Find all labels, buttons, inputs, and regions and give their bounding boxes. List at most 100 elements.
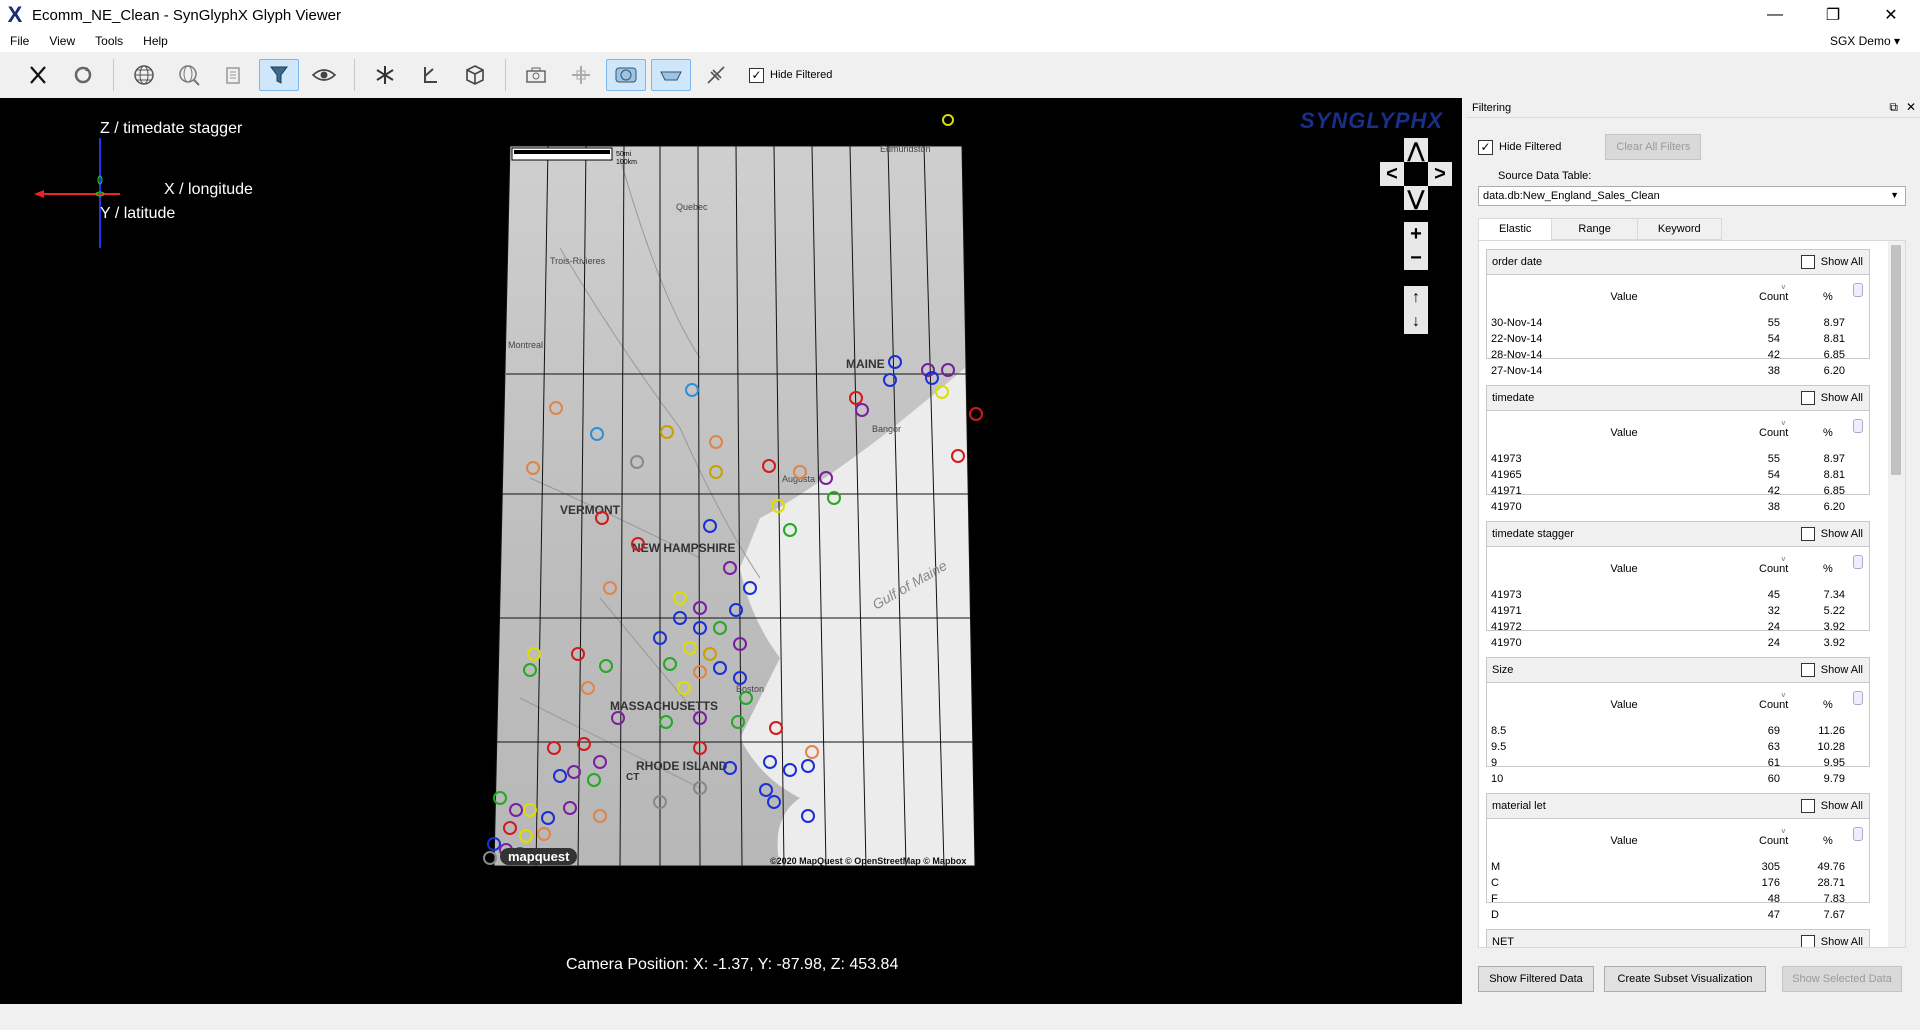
panel-close-icon[interactable]: ✕ xyxy=(1906,100,1916,115)
tab-keyword[interactable]: Keyword xyxy=(1636,218,1722,240)
panel-hide-filtered-checkbox[interactable]: ✓ xyxy=(1478,139,1493,155)
column-header-percent[interactable]: % xyxy=(1823,563,1833,575)
filter-row[interactable]: 22-Nov-14 54 8.81 xyxy=(1491,333,1865,349)
camera-button[interactable] xyxy=(516,59,556,91)
disconnect-button[interactable] xyxy=(696,59,736,91)
surface-view-button[interactable] xyxy=(651,59,691,91)
show-all-checkbox[interactable] xyxy=(1800,391,1815,405)
filter-row[interactable]: 41965 54 8.81 xyxy=(1491,469,1865,485)
show-all-checkbox[interactable] xyxy=(1800,663,1815,677)
column-header-count[interactable]: Count xyxy=(1759,835,1788,847)
visibility-button[interactable] xyxy=(304,59,344,91)
menu-tools[interactable]: Tools xyxy=(85,34,133,48)
zoom-out-button[interactable]: − xyxy=(1404,246,1428,270)
hide-filtered-toggle[interactable]: ✓ Hide Filtered xyxy=(749,67,832,83)
column-header-value[interactable]: Value xyxy=(1487,291,1761,303)
column-header-value[interactable]: Value xyxy=(1487,427,1761,439)
filter-row[interactable]: 41971 42 6.85 xyxy=(1491,485,1865,501)
document-button[interactable] xyxy=(214,59,254,91)
show-all-checkbox[interactable] xyxy=(1800,255,1815,269)
filter-row[interactable]: 27-Nov-14 38 6.20 xyxy=(1491,365,1865,381)
pan-right-button[interactable]: > xyxy=(1428,162,1452,186)
filter-list-scrollbar[interactable] xyxy=(1888,241,1905,947)
clear-all-filters-button[interactable]: Clear All Filters xyxy=(1605,134,1702,160)
show-all-toggle[interactable]: Show All xyxy=(1800,391,1863,405)
table-scrollbar[interactable] xyxy=(1853,691,1863,705)
filter-row[interactable]: 41972 24 3.92 xyxy=(1491,621,1865,637)
glyph-viewport[interactable]: Z / timedate stagger X / longitude Y / l… xyxy=(0,98,1462,1004)
show-all-checkbox[interactable] xyxy=(1800,799,1815,813)
asterisk-button[interactable] xyxy=(365,59,405,91)
hide-filtered-checkbox[interactable]: ✓ xyxy=(749,67,764,83)
column-header-count[interactable]: Count xyxy=(1759,427,1788,439)
filter-row[interactable]: 30-Nov-14 55 8.97 xyxy=(1491,317,1865,333)
move-down-button[interactable]: ↓ xyxy=(1404,310,1428,334)
show-all-toggle[interactable]: Show All xyxy=(1800,527,1863,541)
table-scrollbar[interactable] xyxy=(1853,283,1863,297)
filter-row[interactable]: 41973 55 8.97 xyxy=(1491,453,1865,469)
column-header-percent[interactable]: % xyxy=(1823,699,1833,711)
show-all-toggle[interactable]: Show All xyxy=(1800,255,1863,269)
column-header-count[interactable]: Count xyxy=(1759,563,1788,575)
menu-help[interactable]: Help xyxy=(133,34,178,48)
filter-row[interactable]: 41970 24 3.92 xyxy=(1491,637,1865,653)
pan-left-button[interactable]: < xyxy=(1380,162,1404,186)
tab-elastic[interactable]: Elastic xyxy=(1478,218,1553,240)
globe-view-button[interactable] xyxy=(124,59,164,91)
filter-row[interactable]: M 305 49.76 xyxy=(1491,861,1865,877)
table-scrollbar[interactable] xyxy=(1853,827,1863,841)
table-scrollbar[interactable] xyxy=(1853,419,1863,433)
filter-row[interactable]: 41970 38 6.20 xyxy=(1491,501,1865,517)
table-scrollbar[interactable] xyxy=(1853,555,1863,569)
close-button[interactable]: ✕ xyxy=(1862,0,1920,30)
create-subset-visualization-button[interactable]: Create Subset Visualization xyxy=(1604,966,1766,992)
show-filtered-data-button[interactable]: Show Filtered Data xyxy=(1478,966,1594,992)
filter-row[interactable]: C 176 28.71 xyxy=(1491,877,1865,893)
filter-row[interactable]: 41971 32 5.22 xyxy=(1491,605,1865,621)
cube-button[interactable] xyxy=(455,59,495,91)
move-button[interactable] xyxy=(561,59,601,91)
filter-row[interactable]: F 48 7.83 xyxy=(1491,893,1865,909)
filter-row[interactable]: 9.5 63 10.28 xyxy=(1491,741,1865,757)
show-all-toggle[interactable]: Show All xyxy=(1800,799,1863,813)
column-header-value[interactable]: Value xyxy=(1487,835,1761,847)
column-header-count[interactable]: Count xyxy=(1759,291,1788,303)
close-visualization-button[interactable] xyxy=(18,59,58,91)
filter-row[interactable]: D 47 7.67 xyxy=(1491,909,1865,925)
pan-down-button[interactable]: ⋁ xyxy=(1404,186,1428,210)
globe-search-button[interactable] xyxy=(169,59,209,91)
panel-hide-filtered-label: Hide Filtered xyxy=(1499,141,1562,153)
show-selected-data-button[interactable]: Show Selected Data xyxy=(1782,966,1902,992)
user-menu[interactable]: SGX Demo ▾ xyxy=(1830,34,1900,48)
show-all-toggle[interactable]: Show All xyxy=(1800,935,1863,947)
filter-row[interactable]: 10 60 9.79 xyxy=(1491,773,1865,789)
undock-icon[interactable]: ⧉ xyxy=(1889,100,1898,115)
filter-row[interactable]: 8.5 69 11.26 xyxy=(1491,725,1865,741)
show-all-checkbox[interactable] xyxy=(1800,935,1815,947)
branch-button[interactable] xyxy=(410,59,450,91)
restore-button[interactable]: ❐ xyxy=(1804,0,1862,30)
column-header-value[interactable]: Value xyxy=(1487,699,1761,711)
scrollbar-thumb[interactable] xyxy=(1891,245,1901,475)
move-up-button[interactable]: ↑ xyxy=(1404,286,1428,310)
column-header-percent[interactable]: % xyxy=(1823,291,1833,303)
map-view-button[interactable] xyxy=(606,59,646,91)
column-header-percent[interactable]: % xyxy=(1823,427,1833,439)
zoom-in-button[interactable]: + xyxy=(1404,222,1428,246)
column-header-percent[interactable]: % xyxy=(1823,835,1833,847)
refresh-button[interactable] xyxy=(63,59,103,91)
filter-row[interactable]: 41973 45 7.34 xyxy=(1491,589,1865,605)
menu-file[interactable]: File xyxy=(0,34,39,48)
filter-row[interactable]: 28-Nov-14 42 6.85 xyxy=(1491,349,1865,365)
menu-view[interactable]: View xyxy=(39,34,85,48)
filter-button[interactable] xyxy=(259,59,299,91)
source-data-select[interactable]: data.db:New_England_Sales_Clean ▼ xyxy=(1478,186,1906,206)
filter-row[interactable]: 9 61 9.95 xyxy=(1491,757,1865,773)
show-all-checkbox[interactable] xyxy=(1800,527,1815,541)
show-all-toggle[interactable]: Show All xyxy=(1800,663,1863,677)
column-header-count[interactable]: Count xyxy=(1759,699,1788,711)
tab-range[interactable]: Range xyxy=(1551,218,1638,240)
pan-up-button[interactable]: ⋀ xyxy=(1404,138,1428,162)
minimize-button[interactable]: — xyxy=(1746,0,1804,30)
column-header-value[interactable]: Value xyxy=(1487,563,1761,575)
